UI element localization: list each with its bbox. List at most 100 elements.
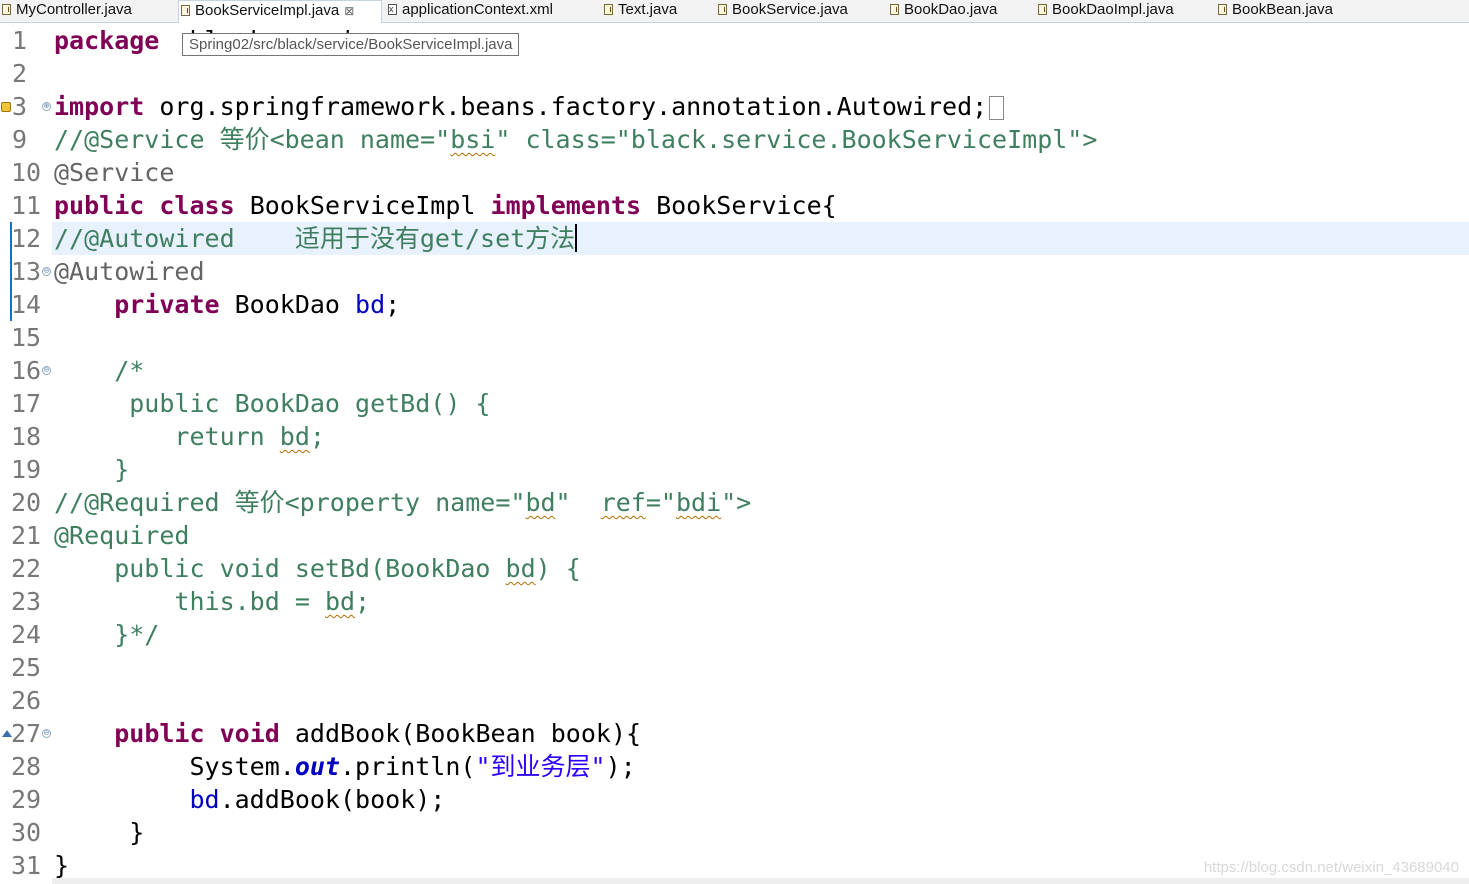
code-token: "到业务层" [475,752,606,781]
code-text: //@Service 等价<bean name="bsi" class="bla… [54,123,1097,156]
code-text: /* [54,354,144,387]
tab-label: BookService.java [732,1,848,18]
tab-applicationcontext-xml[interactable]: applicationContext.xml [386,0,598,21]
horizontal-scrollbar[interactable] [52,878,1469,884]
code-token: class [159,191,235,220]
java-file-icon [2,4,11,15]
code-text: public class BookServiceImpl implements … [54,189,837,222]
tab-mycontroller-java[interactable]: MyController.java [0,0,178,21]
code-token: .addBook(book); [219,785,446,814]
code-token: } [54,818,145,847]
code-editor[interactable]: 1package black.service;23⊕import org.spr… [0,22,1469,884]
code-token: bd [505,554,536,583]
line-number: 9 [12,125,28,154]
code-token: out [294,752,340,781]
code-text: @Required [54,519,189,552]
code-token: BookDao [219,290,356,319]
code-token: " class="black.service.BookServiceImpl"> [495,125,1098,154]
tab-label: BookBean.java [1232,1,1333,18]
code-token: "> [721,488,752,517]
code-line[interactable]: 21 @Required [0,519,1469,552]
code-token: } [54,851,70,880]
code-token: ref [600,488,646,517]
code-line[interactable]: 29 bd.addBook(book); [0,783,1469,816]
code-line[interactable]: 22 public void setBd(BookDao bd) { [0,552,1469,585]
code-line[interactable]: 12 //@Autowired 适用于没有get/set方法 [0,222,1469,255]
code-line[interactable]: 15 [0,321,1469,354]
code-line[interactable]: 26 [0,684,1469,717]
expand-fold-icon[interactable]: ⊕ [42,102,51,111]
code-line[interactable]: 9 //@Service 等价<bean name="bsi" class="bl… [0,123,1469,156]
tab-bookbean-java[interactable]: BookBean.java [1216,0,1356,21]
java-file-icon [890,4,899,15]
code-line[interactable]: 14 private BookDao bd; [0,288,1469,321]
code-token: } [54,455,130,484]
line-number: 13 [11,257,42,286]
code-line[interactable]: 20 //@Required 等价<property name="bd" ref=… [0,486,1469,519]
line-number: 20 [11,488,42,517]
code-text: bd.addBook(book); [54,783,445,816]
line-number: 28 [11,752,42,781]
code-token: this.bd = [54,587,325,616]
tab-bookdaoimpl-java[interactable]: BookDaoImpl.java [1036,0,1212,21]
code-line[interactable]: 30 } [0,816,1469,849]
editor-tab-bar: MyController.java BookServiceImpl.java ⊠ ap… [0,0,1469,23]
collapse-fold-icon[interactable]: ⊖ [42,729,51,738]
code-token: @Required [54,521,190,550]
line-number: 12 [11,224,42,253]
code-line[interactable]: 28 System.out.println("到业务层"); [0,750,1469,783]
code-token: public [54,191,145,220]
code-token: return [54,422,280,451]
code-text: public void setBd(BookDao bd) { [54,552,581,585]
code-line[interactable]: 11 public class BookServiceImpl implement… [0,189,1469,222]
code-line[interactable]: 23 this.bd = bd; [0,585,1469,618]
code-token: public BookDao getBd() { [54,389,491,418]
tab-label: applicationContext.xml [402,1,553,18]
code-token: ); [605,752,636,781]
code-token: @Autowired [54,257,205,286]
code-text: }*/ [54,618,159,651]
code-line[interactable]: 17 public BookDao getBd() { [0,387,1469,420]
watermark-text: https://blog.csdn.net/weixin_43689040 [1203,859,1459,876]
line-number: 15 [11,323,42,352]
java-file-icon [1218,4,1227,15]
code-token: //@Service 等价<bean name=" [54,125,451,154]
code-line[interactable]: 18 return bd; [0,420,1469,453]
line-number: 22 [11,554,42,583]
code-line[interactable]: 10 @Service [0,156,1469,189]
collapsed-imports-box [989,96,1005,120]
code-line[interactable]: 2 [0,57,1469,90]
code-line[interactable]: 13 ⊖ @Autowired [0,255,1469,288]
code-line[interactable]: 25 [0,651,1469,684]
code-token: addBook(BookBean book){ [279,719,642,748]
collapse-fold-icon[interactable]: ⊖ [42,366,51,375]
java-file-icon [718,4,727,15]
line-number: 23 [11,587,42,616]
tab-text-java[interactable]: Text.java [602,0,712,21]
code-line[interactable]: 16 ⊖ /* [0,354,1469,387]
code-token: BookService{ [641,191,837,220]
code-text: import org.springframework.beans.factory… [54,90,1005,123]
line-number: 3 [12,92,28,121]
code-token: /* [54,356,145,385]
code-token: private [114,290,220,319]
tab-bookserviceimpl-java[interactable]: BookServiceImpl.java ⊠ [178,0,382,23]
file-path-tooltip: Spring02/src/black/service/BookServiceIm… [182,33,520,56]
code-token: public void setBd(BookDao [54,554,506,583]
line-number: 31 [11,851,42,880]
code-line[interactable]: 19 } [0,453,1469,486]
code-line[interactable]: 27 ⊖ public void addBook(BookBean book){ [0,717,1469,750]
code-line[interactable]: 24 }*/ [0,618,1469,651]
xml-file-icon [388,0,397,19]
tab-bookdao-java[interactable]: BookDao.java [888,0,1032,21]
code-line[interactable]: 3 ⊕ import org.springframework.beans.facto… [0,90,1469,123]
tab-bookservice-java[interactable]: BookService.java [716,0,884,21]
code-token: bsi [450,125,496,154]
line-number: 29 [11,785,42,814]
close-tab-icon[interactable]: ⊠ [344,4,354,18]
collapse-fold-icon[interactable]: ⊖ [42,267,51,276]
code-token: .println( [339,752,476,781]
tab-label: Text.java [618,1,678,18]
